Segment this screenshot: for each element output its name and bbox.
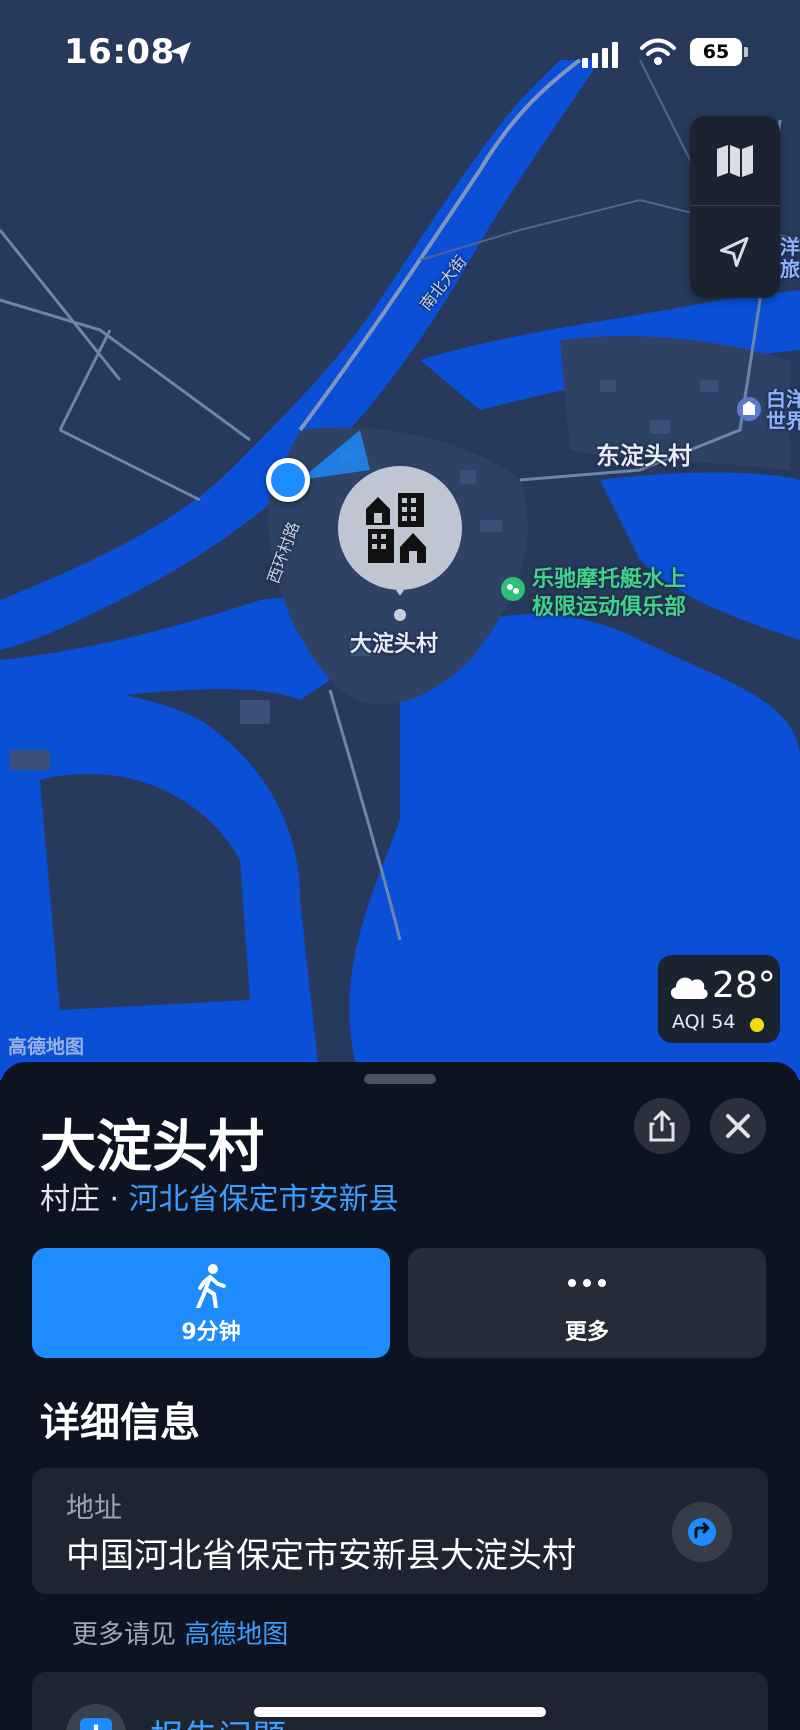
track-location-button[interactable] [690,207,780,297]
close-icon [726,1114,750,1138]
place-sheet: 大淀头村 村庄 · 河北省保定市安新县 9分钟 更多 详细信息 地址 中国河北省… [0,1062,800,1730]
battery-tip [744,47,748,57]
close-button[interactable] [710,1098,766,1154]
place-category: 村庄 [40,1182,100,1217]
home-indicator[interactable] [254,1707,546,1717]
battery-indicator: 65 [690,38,742,66]
address-card[interactable]: 地址 中国河北省保定市安新县大淀头村 [32,1468,768,1594]
pin-anchor-dot [394,609,406,621]
cloud-icon [670,977,708,999]
buildings-icon [366,493,426,563]
status-bar: 16:08 65 [0,0,800,100]
wifi-icon [640,38,676,65]
village-label-main[interactable]: 大淀头村 [350,626,438,658]
ellipsis-icon [568,1279,606,1287]
map-controls [690,116,780,298]
map-view[interactable]: 16:08 65 南北大街 西环村路 东淀头村 大淀头村 乐驰摩托艇水上 极限运… [0,0,800,1080]
village-label-east[interactable]: 东淀头村 [596,436,692,471]
status-time: 16:08 [64,32,175,72]
landmark-poi-icon[interactable] [736,396,762,422]
more-info-line: 更多请见 高德地图 [72,1614,288,1651]
club-poi-icon[interactable] [500,576,526,602]
location-arrow-icon [169,41,191,65]
directions-icon [688,1518,716,1546]
more-label: 更多 [564,1320,609,1345]
club-poi-label[interactable]: 乐驰摩托艇水上 极限运动俱乐部 [532,566,686,622]
walk-time-label: 9分钟 [181,1320,241,1345]
share-icon [649,1110,675,1142]
place-region-link[interactable]: 河北省保定市安新县 [129,1182,399,1217]
sheet-grabber[interactable] [364,1074,436,1084]
map-attribution[interactable]: 高德地图 [8,1032,84,1059]
amap-link[interactable]: 高德地图 [184,1620,288,1650]
signal-icon [582,42,618,68]
map-icon [717,144,753,177]
place-pin[interactable] [338,466,462,596]
aqi-value: AQI 54 [672,1011,736,1033]
map-mode-button[interactable] [690,116,780,206]
weather-temperature: 28° [712,965,776,1006]
address-label: 地址 [66,1491,123,1524]
place-subtitle: 村庄 · 河北省保定市安新县 [40,1174,399,1218]
report-icon-wrap: ! [66,1704,126,1730]
walking-icon [196,1264,226,1308]
location-arrow-icon [720,237,749,267]
more-info-prefix: 更多请见 [72,1620,177,1650]
address-value[interactable]: 中国河北省保定市安新县大淀头村 [66,1528,576,1577]
exclamation-icon: ! [80,1718,112,1730]
share-button[interactable] [634,1098,690,1154]
weather-widget[interactable]: 28° AQI 54 [658,955,780,1043]
report-issue-card[interactable]: ! 报告问题 [32,1672,768,1730]
aqi-status-dot [750,1018,764,1032]
place-title: 大淀头村 [40,1115,264,1180]
landmark-poi-label[interactable]: 白洋 世界 [766,388,800,432]
subtitle-separator: · [109,1182,120,1217]
user-location-dot[interactable] [266,458,310,502]
details-heading: 详细信息 [40,1400,200,1446]
more-button[interactable]: 更多 [408,1248,766,1358]
poi-label-edge[interactable]: 洋 旅 [780,236,800,280]
address-directions-button[interactable] [672,1502,732,1562]
walk-directions-button[interactable]: 9分钟 [32,1248,390,1358]
